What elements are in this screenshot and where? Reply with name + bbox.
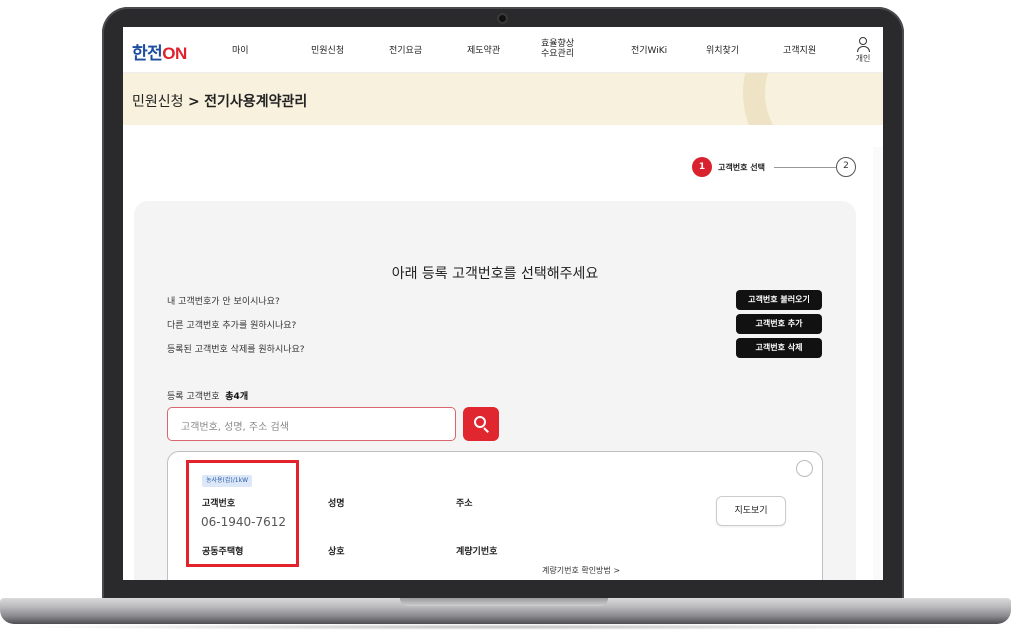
stepper: 1 고객번호 선택 2 (692, 157, 862, 177)
highlight-box (186, 460, 299, 567)
step-connector (774, 167, 836, 168)
nav-item-support[interactable]: 고객지원 (783, 43, 816, 56)
customer-select-panel: 아래 등록 고객번호를 선택해주세요 내 고객번호가 안 보이시나요? 고객번호… (134, 201, 856, 580)
nav-item-efficiency[interactable]: 효율향상 수요관리 (541, 39, 574, 59)
breadcrumb-separator: > (187, 94, 200, 110)
load-customer-button[interactable]: 고객번호 불러오기 (736, 290, 822, 310)
search-button[interactable] (463, 407, 499, 441)
question-delete: 등록된 고객번호 삭제를 원하시나요? (167, 345, 305, 355)
breadcrumb: 민원신청 > 전기사용계약관리 (132, 91, 307, 111)
logo[interactable]: 한전ON (132, 39, 187, 64)
scrollbar[interactable] (873, 147, 883, 580)
top-nav: 한전ON 마이 민원신청 전기요금 제도약관 효율향상 수요관리 전기WiKi … (123, 27, 883, 73)
trade-name-label: 상호 (328, 547, 345, 557)
user-icon-body (856, 46, 870, 52)
breadcrumb-current: 전기사용계약관리 (204, 94, 308, 110)
customer-card[interactable]: 농사용(갑)/1kW 고객번호 06-1940-7612 성명 주소 공동주택형… (167, 451, 823, 580)
add-customer-button[interactable]: 고객번호 추가 (736, 314, 822, 334)
address-label: 주소 (456, 499, 473, 509)
name-label: 성명 (328, 499, 345, 509)
logo-part1: 한전 (132, 44, 163, 63)
search-input[interactable]: 고객번호, 성명, 주소 검색 (167, 407, 456, 441)
registered-count: 등록 고객번호 총4개 (167, 389, 248, 402)
registered-total: 총4개 (225, 392, 249, 402)
meter-help-link[interactable]: 계량기번호 확인방법 > (542, 565, 620, 576)
nav-item-location[interactable]: 위치찾기 (706, 43, 739, 56)
laptop-shadow (10, 624, 1001, 630)
question-add: 다른 고객번호 추가를 원하시나요? (167, 321, 297, 331)
nav-item-my[interactable]: 마이 (232, 43, 249, 56)
nav-item-wiki[interactable]: 전기WiKi (631, 43, 667, 56)
search-icon-handle (483, 427, 489, 433)
logo-part2: ON (162, 44, 187, 63)
camera-icon (497, 13, 508, 24)
question-load: 내 고객번호가 안 보이시나요? (167, 297, 280, 307)
delete-customer-button[interactable]: 고객번호 삭제 (736, 338, 822, 358)
registered-label: 등록 고객번호 (167, 392, 220, 402)
breadcrumb-band: 민원신청 > 전기사용계약관리 (123, 73, 883, 125)
decorative-arc (743, 73, 883, 125)
nav-item-terms[interactable]: 제도약관 (467, 43, 500, 56)
search-placeholder: 고객번호, 성명, 주소 검색 (181, 422, 289, 433)
user-icon (859, 37, 867, 45)
user-label: 개인 (855, 54, 871, 63)
screen: 한전ON 마이 민원신청 전기요금 제도약관 효율향상 수요관리 전기WiKi … (123, 27, 883, 580)
step-1-label: 고객번호 선택 (718, 163, 765, 172)
select-radio[interactable] (796, 460, 813, 477)
map-view-button[interactable]: 지도보기 (716, 496, 786, 526)
laptop-base-notch (400, 598, 608, 606)
panel-title: 아래 등록 고객번호를 선택해주세요 (391, 266, 599, 282)
nav-item-civil-request[interactable]: 민원신청 (311, 43, 344, 56)
meter-no-label: 계량기번호 (456, 547, 498, 557)
step-1-indicator: 1 (692, 157, 712, 177)
nav-item-electric-bill[interactable]: 전기요금 (389, 43, 422, 56)
breadcrumb-parent[interactable]: 민원신청 (132, 94, 184, 110)
step-2-indicator: 2 (836, 157, 856, 177)
user-menu[interactable]: 개인 (853, 37, 873, 64)
